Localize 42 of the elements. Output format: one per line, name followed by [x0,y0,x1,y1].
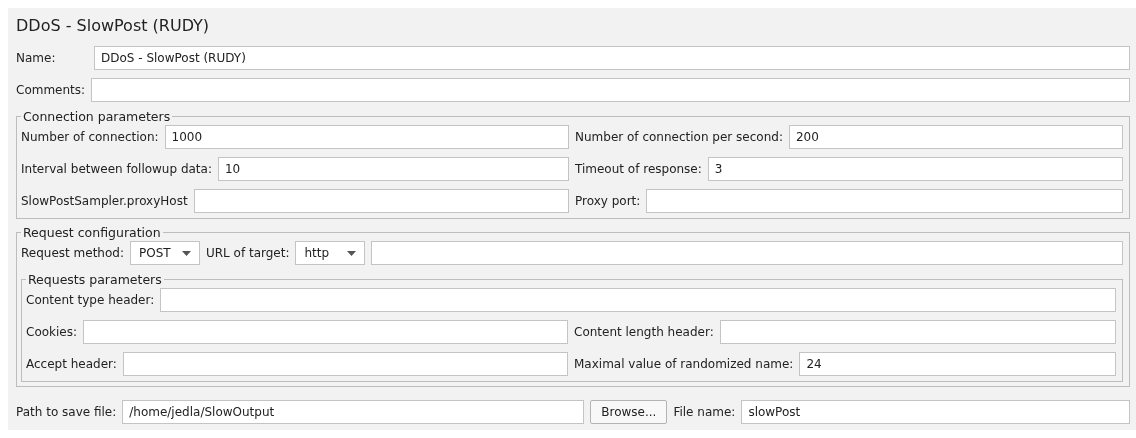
field-label: Path to save file: [16,405,117,419]
text-field[interactable]: DDoS - SlowPost (RUDY) [94,46,1130,70]
text-field[interactable]: 200 [788,125,1123,149]
field-label: Timeout of response: [575,162,702,176]
field-label: Interval between followup data: [21,162,212,176]
dropdown[interactable]: POST [129,241,200,265]
field-label: File name: [673,405,736,419]
text-field[interactable]: 24 [799,352,1116,376]
text-field[interactable] [83,320,568,344]
text-field[interactable]: 1000 [164,125,569,149]
field-label: Number of connection: [21,130,159,144]
group-title: Connection parameters [22,109,172,124]
text-field[interactable]: slowPost [741,400,1130,424]
field-label: URL of target: [205,246,290,260]
text-field[interactable] [160,288,1116,312]
group-title: Request configuration [22,225,162,240]
browse-button[interactable]: Browse... [590,400,668,424]
field-label: Maximal value of randomized name: [574,357,794,371]
field-label: Content length header: [574,325,714,339]
field-label: Request method: [21,246,124,260]
caret-icon [347,250,357,256]
text-field[interactable] [646,189,1123,213]
text-field[interactable] [91,78,1130,102]
field-label: Proxy port: [575,194,641,208]
field-label: Cookies: [26,325,78,339]
field-label: SlowPostSampler.proxyHost [21,194,188,208]
group-title: Requests parameters [27,272,163,287]
field-label: Content type header: [26,293,155,307]
text-field[interactable] [371,241,1123,265]
caret-icon [181,250,191,256]
field-label: Number of connection per second: [575,130,783,144]
text-field[interactable] [122,352,568,376]
field-label: Name: [16,51,57,65]
text-field[interactable] [193,189,569,213]
dropdown[interactable]: http [295,241,366,265]
text-field[interactable]: 10 [218,157,569,181]
panel-title: DDoS - SlowPost (RUDY) [16,15,210,37]
text-field[interactable]: 3 [707,157,1123,181]
text-field[interactable] [719,320,1116,344]
field-label: Comments: [16,83,86,97]
text-field[interactable]: /home/jedla/SlowOutput [122,400,585,424]
field-label: Accept header: [26,357,117,371]
